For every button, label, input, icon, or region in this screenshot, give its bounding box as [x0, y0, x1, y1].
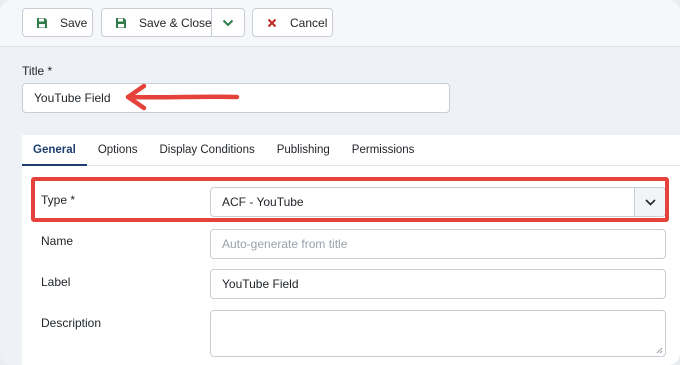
save-close-button[interactable]: Save & Close [102, 9, 212, 36]
cancel-button[interactable]: Cancel [252, 8, 333, 37]
type-label: Type * [41, 193, 76, 207]
cancel-label: Cancel [290, 15, 328, 30]
save-button[interactable]: Save [22, 8, 93, 37]
tab-publishing[interactable]: Publishing [266, 135, 341, 166]
name-input[interactable]: Auto-generate from title [210, 229, 666, 259]
save-close-label: Save & Close [139, 15, 212, 30]
chevron-down-icon [222, 16, 234, 30]
tab-permissions[interactable]: Permissions [341, 135, 426, 166]
title-label: Title * [22, 64, 53, 78]
edit-field-window: Save Save & Close Cancel Title * YouTube… [0, 0, 680, 365]
annotation-arrow [125, 83, 240, 111]
save-label: Save [60, 15, 88, 30]
tab-display-conditions[interactable]: Display Conditions [148, 135, 265, 166]
label-label: Label [41, 275, 71, 289]
label-input[interactable]: YouTube Field [210, 269, 666, 299]
resize-handle-icon[interactable] [655, 346, 663, 354]
save-close-button-group: Save & Close [101, 8, 245, 37]
toolbar: Save Save & Close Cancel [0, 0, 680, 47]
floppy-disk-icon [115, 17, 127, 29]
description-label: Description [41, 316, 102, 330]
tab-general[interactable]: General [22, 135, 87, 166]
name-label: Name [41, 234, 74, 248]
tab-options[interactable]: Options [87, 135, 149, 166]
type-select[interactable]: ACF - YouTube [210, 187, 666, 217]
type-select-value: ACF - YouTube [222, 195, 304, 209]
close-x-icon [266, 17, 278, 29]
chevron-down-icon [634, 188, 665, 216]
floppy-disk-icon [36, 17, 48, 29]
save-options-dropdown-button[interactable] [212, 9, 244, 36]
tab-bar: General Options Display Conditions Publi… [22, 135, 680, 166]
description-textarea[interactable] [210, 310, 666, 357]
